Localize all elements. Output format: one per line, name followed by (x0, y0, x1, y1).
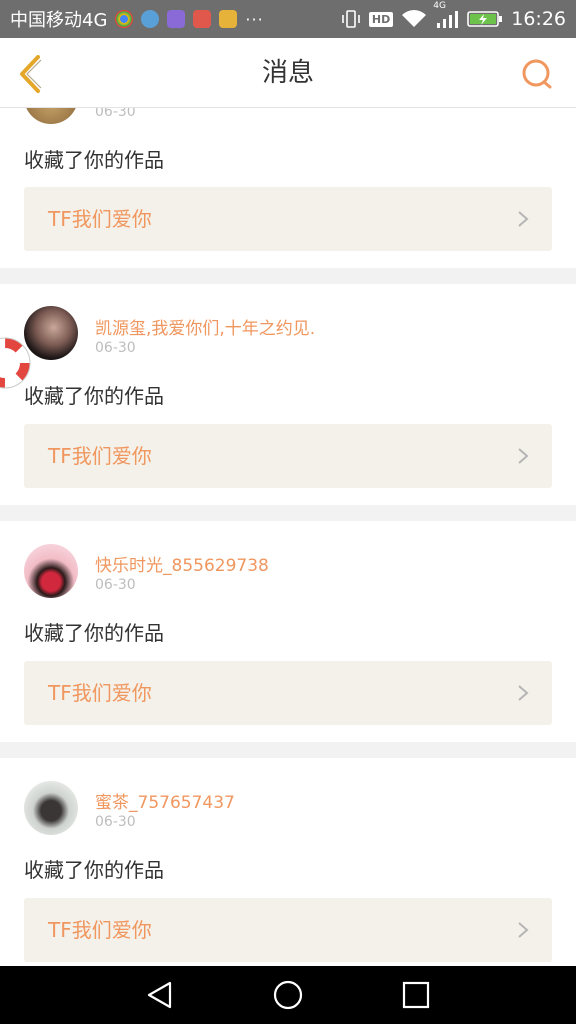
triangle-back-icon (147, 981, 172, 1009)
more-notifications-icon: ··· (245, 9, 264, 29)
wifi-icon (401, 9, 427, 29)
work-link[interactable]: TF我们爱你 (24, 187, 552, 251)
work-link[interactable]: TF我们爱你 (24, 898, 552, 962)
card-separator (0, 505, 576, 521)
nav-home-button[interactable] (272, 979, 304, 1011)
lifebuoy-icon (0, 337, 31, 389)
hd-icon: HD (368, 11, 394, 27)
message-action-text: 收藏了你的作品 (24, 858, 164, 882)
status-bar-left: 中国移动4G ··· (10, 6, 264, 32)
user-name[interactable]: 快乐时光_855629738 (95, 551, 269, 576)
message-card: 蜜茶_757657437 06-30 收藏了你的作品 TF我们爱你 (0, 758, 576, 966)
nav-recents-button[interactable] (400, 979, 432, 1011)
work-title: TF我们爱你 (48, 207, 152, 231)
clock: 16:26 (511, 8, 566, 30)
keyboard-app-icon (167, 10, 186, 28)
status-bar: 中国移动4G ··· HD 4G 16:26 (0, 0, 576, 38)
chevron-right-icon (518, 922, 529, 938)
message-action-text: 收藏了你的作品 (24, 148, 164, 172)
avatar[interactable] (24, 108, 78, 124)
floating-assistant-button[interactable] (0, 336, 32, 390)
signal-icon: 4G (433, 1, 459, 29)
nav-back-button[interactable] (144, 979, 176, 1011)
chevron-right-icon (518, 685, 529, 701)
message-action-text: 收藏了你的作品 (24, 384, 164, 408)
message-date: 06-30 (95, 340, 136, 356)
chrome-app-icon (115, 10, 134, 28)
search-button[interactable] (520, 57, 554, 91)
page-title: 消息 (261, 58, 314, 88)
work-title: TF我们爱你 (48, 918, 152, 942)
carrier-label: 中国移动4G (10, 10, 108, 31)
card-separator (0, 742, 576, 758)
avatar[interactable] (24, 544, 78, 598)
red-app-icon (193, 10, 212, 28)
message-card: 快乐时光_855629738 06-30 收藏了你的作品 TF我们爱你 (0, 521, 576, 742)
message-date: 06-30 (95, 577, 136, 593)
vibrate-icon (341, 9, 361, 29)
circle-home-icon (273, 980, 303, 1010)
message-card: 凯源玺,我爱你们,十年之约见. 06-30 收藏了你的作品 TF我们爱你 (0, 284, 576, 505)
message-date: 06-30 (95, 814, 136, 830)
avatar[interactable] (24, 306, 78, 360)
square-recents-icon (402, 981, 430, 1009)
chevron-right-icon (518, 211, 529, 227)
card-separator (0, 268, 576, 284)
message-date: 06-30 (95, 108, 136, 120)
work-title: TF我们爱你 (48, 444, 152, 468)
yellow-app-icon (219, 10, 238, 28)
system-nav-bar (0, 966, 576, 1024)
status-bar-right: HD 4G 16:26 (341, 1, 566, 30)
user-name[interactable]: 凯源玺,我爱你们,十年之约见. (95, 314, 315, 339)
chevron-right-icon (518, 448, 529, 464)
work-title: TF我们爱你 (48, 681, 152, 705)
avatar[interactable] (24, 781, 78, 835)
app-header: 消息 (0, 38, 576, 108)
message-action-text: 收藏了你的作品 (24, 621, 164, 645)
message-list[interactable]: 06-30 收藏了你的作品 TF我们爱你 凯源玺,我爱你们,十年之约见. 06-… (0, 108, 576, 966)
search-icon (522, 59, 552, 89)
user-name[interactable]: 蜜茶_757657437 (95, 788, 235, 813)
app-notification-icon (141, 10, 160, 28)
battery-charging-icon (467, 9, 503, 29)
work-link[interactable]: TF我们爱你 (24, 661, 552, 725)
network-type-label: 4G (433, 1, 446, 11)
work-link[interactable]: TF我们爱你 (24, 424, 552, 488)
message-card: 06-30 收藏了你的作品 TF我们爱你 (0, 108, 576, 268)
